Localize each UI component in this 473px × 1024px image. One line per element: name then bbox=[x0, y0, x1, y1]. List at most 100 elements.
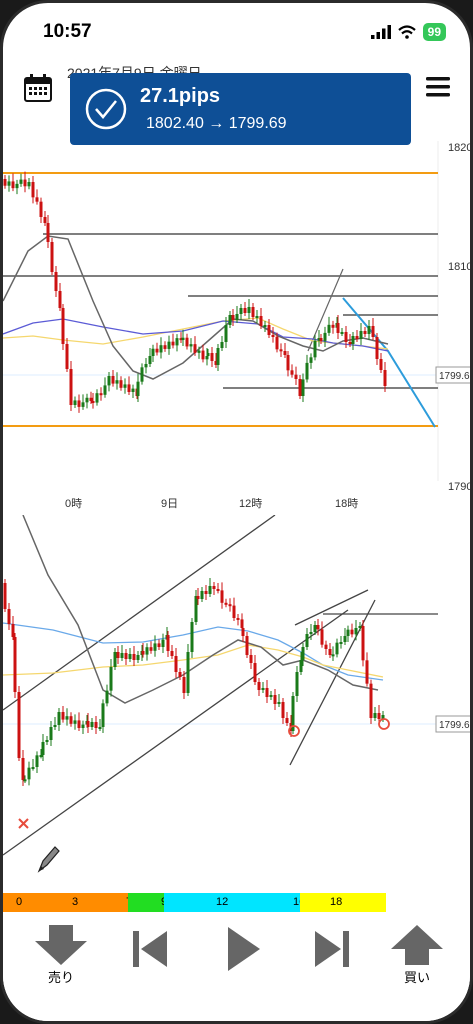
candle-body bbox=[285, 718, 289, 723]
candle-body bbox=[98, 727, 102, 729]
toast-prices: 1802.40 → 1799.69 bbox=[146, 115, 287, 132]
candle-body bbox=[186, 652, 190, 693]
candle-body bbox=[132, 654, 136, 660]
candle-body bbox=[35, 755, 39, 767]
toast-pips: 27.1pips bbox=[140, 85, 221, 107]
candle-body bbox=[324, 644, 328, 649]
candle-body bbox=[17, 692, 21, 758]
candle-body bbox=[145, 647, 149, 655]
sell-button[interactable]: 売り bbox=[33, 925, 89, 986]
candle-body bbox=[369, 683, 373, 718]
current-price-tag-top: 1799.69 bbox=[439, 371, 473, 382]
session-europe: 12 16 bbox=[164, 893, 305, 912]
candle-body bbox=[208, 586, 212, 594]
candle-body bbox=[21, 758, 25, 780]
candle-body bbox=[3, 583, 7, 609]
result-toast: 27.1pips 1802.40 → 1799.69 bbox=[70, 73, 411, 145]
hamburger-menu-icon[interactable] bbox=[424, 73, 452, 101]
skip-forward-icon[interactable] bbox=[315, 929, 349, 969]
buy-button[interactable]: 買い bbox=[389, 925, 445, 986]
candle-body bbox=[27, 767, 31, 780]
candle-body bbox=[89, 397, 93, 401]
candle-body bbox=[23, 179, 27, 187]
candle-body bbox=[204, 591, 208, 594]
buy-label: 買い bbox=[403, 970, 430, 985]
candle-body bbox=[383, 370, 387, 386]
check-circle-icon bbox=[85, 88, 127, 130]
candle-body bbox=[185, 337, 189, 347]
candle-body bbox=[255, 316, 259, 318]
candle-body bbox=[367, 326, 371, 334]
candle-body bbox=[261, 688, 265, 690]
candle-body bbox=[316, 625, 320, 630]
candle-body bbox=[116, 652, 120, 658]
session-asia: 0 3 7 bbox=[3, 893, 132, 912]
candle-body bbox=[101, 703, 105, 727]
candle-body bbox=[319, 338, 323, 341]
candle-body bbox=[163, 345, 167, 349]
candle-body bbox=[167, 341, 171, 349]
arrow-up-icon bbox=[391, 925, 443, 965]
current-price-tag-bottom: 1799.69 bbox=[439, 720, 473, 731]
signal-icon bbox=[370, 25, 391, 39]
candle-body bbox=[309, 632, 313, 634]
candle-body bbox=[331, 324, 335, 328]
candle-body bbox=[3, 179, 7, 186]
candle-body bbox=[377, 713, 381, 719]
candle-body bbox=[365, 660, 369, 684]
candle-body bbox=[224, 325, 228, 342]
candle-body bbox=[105, 690, 109, 704]
candle-body bbox=[371, 326, 375, 337]
candle-body bbox=[283, 351, 287, 355]
candle-body bbox=[54, 272, 58, 291]
candle-body bbox=[340, 332, 344, 334]
candle-body bbox=[201, 350, 205, 360]
candle-body bbox=[171, 341, 175, 346]
candle-body bbox=[31, 767, 35, 769]
candle-body bbox=[232, 605, 236, 618]
price-chart-top[interactable]: 1820 1810 1799.69 1790 0時 9日 12時 18時 bbox=[3, 141, 473, 513]
play-icon[interactable] bbox=[228, 927, 260, 971]
candle-body bbox=[39, 755, 43, 757]
candle-body bbox=[295, 672, 299, 696]
candle-body bbox=[194, 596, 198, 622]
candle-body bbox=[271, 335, 275, 337]
candle-body bbox=[323, 332, 327, 341]
candle-body bbox=[309, 357, 313, 363]
candle-body bbox=[328, 649, 332, 655]
candle-body bbox=[49, 727, 53, 740]
pencil-icon[interactable] bbox=[35, 845, 61, 875]
candle-body bbox=[190, 622, 194, 652]
candle-body bbox=[196, 596, 200, 599]
candle-body bbox=[35, 197, 39, 202]
candle-body bbox=[344, 332, 348, 342]
candle-body bbox=[61, 308, 65, 344]
price-chart-bottom[interactable]: 1799.69 bbox=[3, 515, 473, 893]
candle-body bbox=[69, 716, 73, 724]
status-bar: 10:57 99 bbox=[3, 3, 470, 57]
candle-body bbox=[94, 722, 98, 728]
candle-body bbox=[206, 353, 210, 356]
candle-body bbox=[65, 716, 69, 720]
candle-body bbox=[320, 629, 324, 645]
calendar-icon[interactable] bbox=[23, 73, 53, 103]
candle-body bbox=[73, 400, 77, 405]
candle-body bbox=[149, 647, 153, 651]
candle-body bbox=[355, 336, 359, 339]
time-label-18h: 18時 bbox=[335, 497, 358, 510]
candle-body bbox=[58, 291, 62, 308]
candle-body bbox=[107, 376, 111, 386]
candle-body bbox=[251, 307, 255, 317]
candle-body bbox=[224, 602, 228, 605]
time-label-9d: 9日 bbox=[161, 498, 178, 510]
candle-body bbox=[39, 201, 43, 217]
candle-body bbox=[148, 356, 152, 364]
candle-body bbox=[41, 742, 45, 755]
candle-body bbox=[86, 721, 90, 727]
candle-body bbox=[216, 589, 220, 591]
status-icons: 99 bbox=[370, 23, 446, 41]
skip-back-icon[interactable] bbox=[133, 929, 167, 969]
candle-body bbox=[241, 628, 245, 636]
candle-body bbox=[153, 643, 157, 651]
price-label-1790: 1790 bbox=[448, 481, 472, 493]
